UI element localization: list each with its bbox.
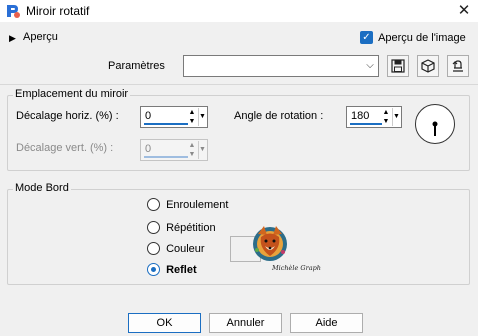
radio-repeat-label: Répétition bbox=[166, 221, 216, 234]
ok-button[interactable]: OK bbox=[128, 313, 201, 333]
rotation-angle-spinner[interactable]: 180 ▲ ▼ ▼ bbox=[346, 106, 402, 128]
chevron-down-icon[interactable]: ▼ bbox=[198, 141, 206, 159]
rotation-angle-label: Angle de rotation : bbox=[234, 110, 324, 122]
watermark-text: Michèle Graph bbox=[271, 264, 321, 272]
radio-repeat[interactable]: Répétition bbox=[147, 221, 216, 234]
spin-arrows-icon[interactable]: ▲ ▼ bbox=[187, 108, 197, 126]
restore-default-button[interactable] bbox=[447, 55, 469, 77]
expand-arrow-icon: ▶ bbox=[9, 33, 16, 43]
mirror-location-title: Emplacement du miroir bbox=[13, 88, 131, 100]
preview-image-checkbox[interactable]: ✓ Aperçu de l'image bbox=[360, 31, 466, 44]
edge-mode-title: Mode Bord bbox=[13, 182, 71, 194]
horizontal-offset-spinner[interactable]: 0 ▲ ▼ ▼ bbox=[140, 106, 208, 128]
chevron-down-icon: ⌵ bbox=[366, 60, 374, 71]
save-preset-icon bbox=[391, 59, 405, 73]
checkbox-checked-icon: ✓ bbox=[360, 31, 373, 44]
radio-icon bbox=[147, 221, 160, 234]
vertical-offset-value: 0 bbox=[145, 143, 152, 155]
horizontal-offset-value: 0 bbox=[145, 110, 152, 122]
save-preset-button[interactable] bbox=[387, 55, 409, 77]
help-button[interactable]: Aide bbox=[290, 313, 363, 333]
horizontal-offset-slider[interactable] bbox=[144, 123, 188, 125]
preview-toggle[interactable]: ▶ Aperçu bbox=[9, 31, 58, 44]
radio-icon bbox=[147, 198, 160, 211]
radio-reflect-label: Reflet bbox=[166, 263, 197, 276]
cancel-button[interactable]: Annuler bbox=[209, 313, 282, 333]
watermark-logo: Michèle Graph bbox=[253, 226, 321, 272]
radio-reflect[interactable]: Reflet bbox=[147, 263, 197, 276]
divider bbox=[0, 84, 478, 85]
parameters-dropdown[interactable]: ⌵ bbox=[183, 55, 379, 77]
parameters-label: Paramètres bbox=[108, 60, 165, 72]
dial-pointer-icon bbox=[432, 121, 438, 136]
radio-color-label: Couleur bbox=[166, 242, 205, 255]
preview-toggle-label: Aperçu bbox=[23, 31, 58, 43]
spin-arrows-icon[interactable]: ▲ ▼ bbox=[381, 108, 391, 126]
chevron-down-icon[interactable]: ▼ bbox=[198, 108, 206, 126]
rotation-dial[interactable] bbox=[415, 104, 455, 144]
rotation-angle-slider[interactable] bbox=[350, 123, 382, 125]
close-button[interactable]: ✕ bbox=[450, 0, 478, 22]
rotation-angle-value: 180 bbox=[351, 110, 370, 122]
reset-preset-icon bbox=[421, 59, 435, 73]
preview-image-label: Aperçu de l'image bbox=[378, 31, 466, 44]
spin-arrows-icon[interactable]: ▲ ▼ bbox=[187, 141, 197, 159]
radio-color[interactable]: Couleur bbox=[147, 242, 205, 255]
horizontal-offset-label: Décalage horiz. (%) : bbox=[16, 110, 119, 122]
radio-wrap-label: Enroulement bbox=[166, 198, 229, 211]
vertical-offset-label: Décalage vert. (%) : bbox=[16, 142, 114, 154]
title-bar: Miroir rotatif ✕ bbox=[0, 0, 478, 22]
reset-preset-button[interactable] bbox=[417, 55, 439, 77]
restore-default-icon bbox=[452, 60, 463, 72]
window-title: Miroir rotatif bbox=[26, 4, 90, 18]
chevron-down-icon[interactable]: ▼ bbox=[392, 108, 400, 126]
vertical-offset-slider[interactable] bbox=[144, 156, 188, 158]
radio-wrap[interactable]: Enroulement bbox=[147, 198, 228, 211]
paintshop-pro-icon bbox=[7, 5, 20, 18]
radio-icon bbox=[147, 242, 160, 255]
radio-checked-icon bbox=[147, 263, 160, 276]
vertical-offset-spinner[interactable]: 0 ▲ ▼ ▼ bbox=[140, 139, 208, 161]
